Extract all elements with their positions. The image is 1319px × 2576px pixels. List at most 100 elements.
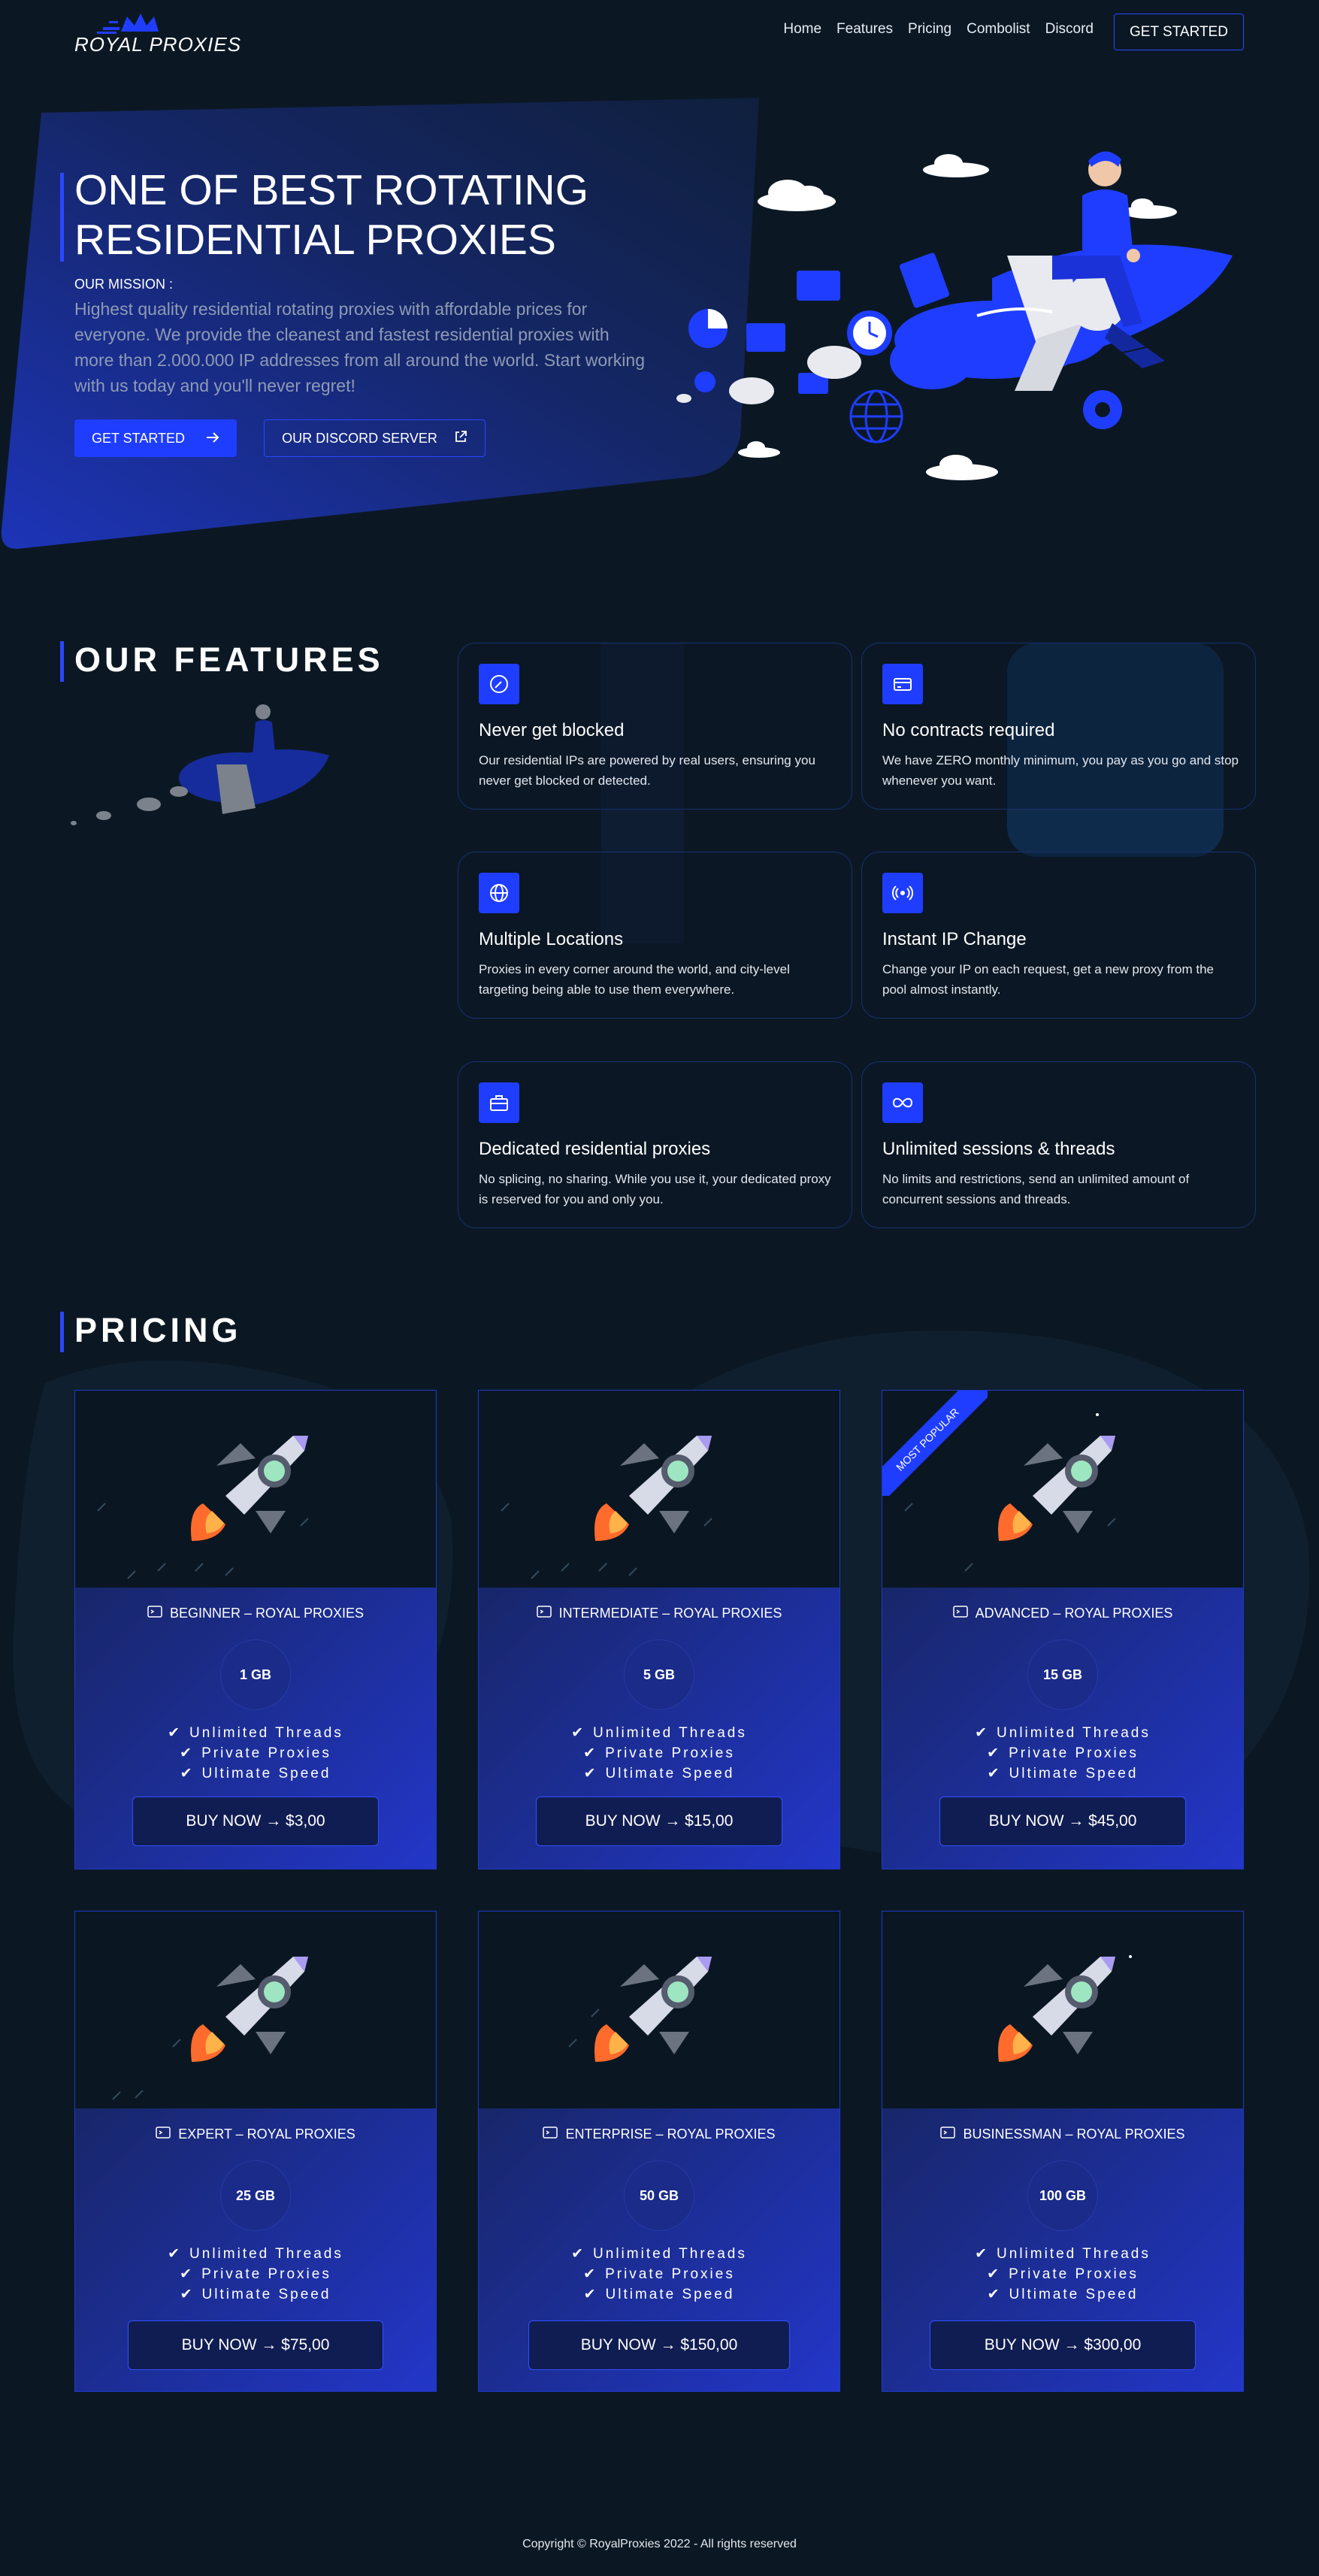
plan-feature: ✔ Private Proxies (479, 2266, 840, 2283)
logo[interactable]: ROYAL PROXIES (74, 11, 241, 57)
feature-card-title: Unlimited sessions & threads (882, 1139, 1115, 1159)
plan-card-businessman: BUSINESSMAN – ROYAL PROXIES 100 GB ✔ Unli… (882, 1911, 1244, 2392)
most-popular-label: MOST POPULAR (882, 1391, 988, 1496)
features-accent-bar (60, 641, 64, 682)
nav-get-started-button[interactable]: GET STARTED (1114, 14, 1244, 50)
plan-size-badge: 25 GB (221, 2161, 290, 2230)
plan-feature-label: Private Proxies (605, 2266, 735, 2282)
feature-card-text: No limits and restrictions, send an unli… (882, 1172, 1190, 1206)
nav-links: Home Features Pricing Combolist Discord (768, 21, 1094, 38)
feature-card-text: We have ZERO monthly minimum, you pay as… (882, 753, 1239, 788)
plan-feature: ✔ Unlimited Threads (75, 2245, 436, 2263)
plan-feature: ✔ Private Proxies (479, 1745, 840, 1762)
logo-text: ROYAL PROXIES (74, 33, 242, 56)
server-icon (147, 1606, 162, 1621)
buy-now-button[interactable]: BUY NOW → $3,00 (132, 1797, 379, 1846)
plan-feature: ✔ Unlimited Threads (75, 1724, 436, 1742)
broadcast-icon (882, 873, 923, 913)
hero-discord-button[interactable]: OUR DISCORD SERVER (264, 419, 486, 457)
nav-link-discord[interactable]: Discord (1045, 21, 1094, 38)
plan-feature-label: Unlimited Threads (997, 2245, 1151, 2262)
feature-card-dedicated-proxies: Dedicated residential proxies No splicin… (458, 1061, 852, 1228)
hero-get-started-label: GET STARTED (91, 430, 186, 446)
plan-feature-label: Unlimited Threads (593, 2245, 747, 2262)
plan-name: INTERMEDIATE – ROYAL PROXIES (479, 1606, 840, 1621)
feature-card-title: Never get blocked (479, 720, 625, 740)
plan-name-label: ADVANCED – ROYAL PROXIES (975, 1606, 1173, 1621)
plan-card-details: ENTERPRISE – ROYAL PROXIES 50 GB ✔ Unlimi… (479, 2108, 840, 2391)
external-link-icon (454, 430, 467, 447)
check-icon: ✔ (180, 2266, 195, 2282)
nav-link-pricing[interactable]: Pricing (908, 21, 951, 38)
hero-rocket-illustration (676, 151, 1233, 480)
check-icon: ✔ (180, 1766, 195, 1781)
plan-card-beginner: BEGINNER – ROYAL PROXIES 1 GB ✔ Unlimited… (74, 1390, 437, 1869)
plan-size-badge: 15 GB (1028, 1640, 1097, 1709)
plan-feature: ✔ Ultimate Speed (479, 1765, 840, 1782)
plan-name-label: EXPERT – ROYAL PROXIES (178, 2126, 355, 2142)
plan-card-details: BUSINESSMAN – ROYAL PROXIES 100 GB ✔ Unli… (882, 2108, 1243, 2391)
plan-feature: ✔ Unlimited Threads (479, 1724, 840, 1742)
check-icon: ✔ (571, 2246, 586, 2262)
feature-card-no-contracts: No contracts required We have ZERO month… (861, 643, 1256, 810)
check-icon: ✔ (583, 1766, 598, 1781)
nav-link-home[interactable]: Home (783, 21, 821, 38)
plan-feature-label: Private Proxies (605, 1745, 735, 1761)
server-icon (156, 2126, 171, 2142)
feature-card-text: Change your IP on each request, get a ne… (882, 962, 1215, 997)
plan-card-enterprise: ENTERPRISE – ROYAL PROXIES 50 GB ✔ Unlimi… (478, 1911, 840, 2392)
plan-feature: ✔ Unlimited Threads (882, 2245, 1243, 2263)
check-icon: ✔ (987, 1745, 1002, 1761)
server-icon (536, 1606, 552, 1621)
hero-title: ONE OF BEST ROTATING RESIDENTIAL PROXIES (74, 165, 691, 265)
buy-now-button[interactable]: BUY NOW → $15,00 (536, 1797, 782, 1846)
plan-feature-label: Private Proxies (201, 1745, 331, 1761)
hero-discord-label: OUR DISCORD SERVER (282, 430, 437, 446)
nav-link-combolist[interactable]: Combolist (967, 21, 1030, 38)
check-icon: ✔ (987, 1766, 1002, 1781)
plan-feature: ✔ Private Proxies (75, 1745, 436, 1762)
plan-card-expert: EXPERT – ROYAL PROXIES 25 GB ✔ Unlimited … (74, 1911, 437, 2392)
crown-icon (97, 14, 159, 34)
nav-link-features[interactable]: Features (836, 21, 893, 38)
hero-get-started-button[interactable]: GET STARTED (74, 419, 237, 457)
plan-name: ADVANCED – ROYAL PROXIES (882, 1606, 1243, 1621)
plan-feature: ✔ Ultimate Speed (882, 1765, 1243, 1782)
plan-feature: ✔ Unlimited Threads (479, 2245, 840, 2263)
buy-now-button[interactable]: BUY NOW → $75,00 (128, 2320, 383, 2370)
check-icon: ✔ (180, 1745, 195, 1761)
plan-feature: ✔ Ultimate Speed (75, 1765, 436, 1782)
check-icon: ✔ (180, 2287, 195, 2302)
plan-card-image (479, 1912, 840, 2108)
mission-text: Highest quality residential rotating pro… (74, 299, 645, 395)
plan-name: BEGINNER – ROYAL PROXIES (75, 1606, 436, 1621)
buy-now-button[interactable]: BUY NOW → $300,00 (930, 2320, 1196, 2370)
feature-card-title: Dedicated residential proxies (479, 1139, 711, 1159)
feature-card-unlimited-sessions: Unlimited sessions & threads No limits a… (861, 1061, 1256, 1228)
hero-title-line2: RESIDENTIAL PROXIES (74, 216, 556, 264)
plan-feature-label: Private Proxies (201, 2266, 331, 2282)
check-icon: ✔ (975, 1725, 990, 1741)
plan-feature-label: Ultimate Speed (201, 2286, 331, 2302)
feature-card-multiple-locations: Multiple Locations Proxies in every corn… (458, 852, 852, 1019)
plan-card-details: ADVANCED – ROYAL PROXIES 15 GB ✔ Unlimite… (882, 1588, 1243, 1869)
check-icon: ✔ (168, 2246, 183, 2262)
buy-now-button[interactable]: BUY NOW → $150,00 (528, 2320, 790, 2370)
plan-feature-label: Ultimate Speed (1009, 2286, 1139, 2302)
arrow-right-icon (206, 431, 219, 446)
server-icon (543, 2126, 558, 2142)
hero-title-line1: ONE OF BEST ROTATING (74, 166, 589, 214)
check-icon: ✔ (168, 1725, 183, 1741)
hero-accent-bar (60, 173, 64, 262)
check-icon: ✔ (583, 1745, 598, 1761)
plan-card-details: INTERMEDIATE – ROYAL PROXIES 5 GB ✔ Unlim… (479, 1588, 840, 1869)
buy-now-button[interactable]: BUY NOW → $45,00 (939, 1797, 1186, 1846)
footer-copyright: Copyright © RoyalProxies 2022 - All righ… (522, 2538, 797, 2550)
top-nav: ROYAL PROXIES Home Features Pricing Comb… (0, 0, 1319, 68)
pricing-title: PRICING (74, 1311, 242, 1349)
plan-name-label: INTERMEDIATE – ROYAL PROXIES (558, 1606, 782, 1621)
plan-feature-label: Ultimate Speed (605, 1765, 735, 1781)
feature-card-instant-ip-change: Instant IP Change Change your IP on each… (861, 852, 1256, 1019)
plan-card-details: BEGINNER – ROYAL PROXIES 1 GB ✔ Unlimited… (75, 1588, 436, 1869)
plan-feature-label: Unlimited Threads (189, 2245, 343, 2262)
